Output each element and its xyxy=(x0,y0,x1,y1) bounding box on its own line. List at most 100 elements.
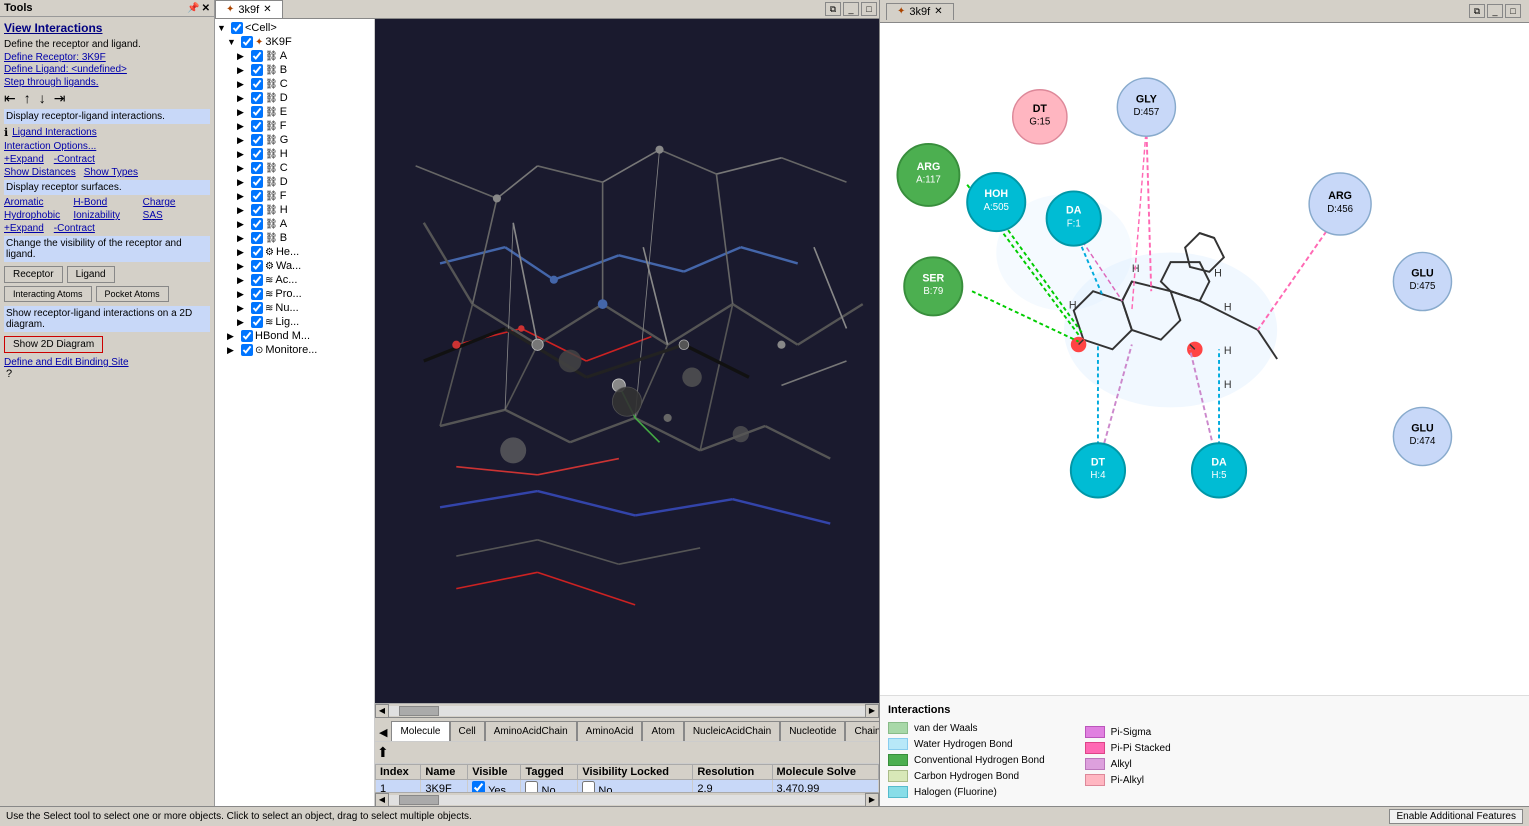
tab-cell[interactable]: Cell xyxy=(450,721,485,741)
tab-aminoacid[interactable]: AminoAcid xyxy=(577,721,643,741)
tree-item-ac[interactable]: ▶ ≋ Ac... xyxy=(237,273,372,287)
aromatic-link[interactable]: Aromatic xyxy=(4,197,71,208)
maximize-button[interactable]: □ xyxy=(861,2,877,16)
tree-arrow-heter[interactable]: ▶ xyxy=(237,247,249,258)
diagram-restore-button[interactable]: ⧉ xyxy=(1469,4,1485,18)
define-ligand-link[interactable]: Define Ligand: <undefined> xyxy=(4,64,210,75)
col-visible[interactable]: Visible xyxy=(468,765,521,780)
tree-checkbox-monitor[interactable] xyxy=(241,344,253,356)
tab-atom[interactable]: Atom xyxy=(642,721,683,741)
restore-button[interactable]: ⧉ xyxy=(825,2,841,16)
tab-chain[interactable]: Chain xyxy=(845,721,879,741)
tree-item-monitor[interactable]: ▶ ⊙ Monitore... xyxy=(227,343,372,357)
define-receptor-link[interactable]: Define Receptor: 3K9F xyxy=(4,52,210,63)
minimize-button[interactable]: _ xyxy=(843,2,859,16)
tree-checkbox-H[interactable] xyxy=(251,148,263,160)
contract-link-1[interactable]: -Contract xyxy=(54,154,95,165)
charge-link[interactable]: Charge xyxy=(143,197,210,208)
diagram-tab-3k9f[interactable]: ✦ 3k9f ✕ xyxy=(886,3,954,20)
diagram-maximize-button[interactable]: □ xyxy=(1505,4,1521,18)
tree-checkbox-D[interactable] xyxy=(251,92,263,104)
table-row[interactable]: 1 3K9F Yes No No 2.9 3,470.99 xyxy=(376,780,879,793)
tree-item-pro[interactable]: ▶ ≋ Pro... xyxy=(237,287,372,301)
tree-checkbox-F2[interactable] xyxy=(251,190,263,202)
col-tagged[interactable]: Tagged xyxy=(521,765,578,780)
tree-arrow-3k9f[interactable]: ▼ xyxy=(227,37,239,47)
tree-checkbox-water[interactable] xyxy=(251,260,263,272)
tree-checkbox-G[interactable] xyxy=(251,134,263,146)
tree-arrow-G[interactable]: ▶ xyxy=(237,135,249,146)
col-resolution[interactable]: Resolution xyxy=(693,765,772,780)
arrow-down-last-icon[interactable]: ⇥ xyxy=(54,90,66,107)
tree-arrow-lig[interactable]: ▶ xyxy=(237,317,249,328)
tree-checkbox-nu[interactable] xyxy=(251,302,263,314)
enable-additional-features-button[interactable]: Enable Additional Features xyxy=(1389,809,1523,824)
tree-item-heter[interactable]: ▶ ⚙ He... xyxy=(237,245,372,259)
table-scrollbar-h[interactable]: ◀ ▶ xyxy=(375,792,879,806)
tree-arrow-ac[interactable]: ▶ xyxy=(237,275,249,286)
tree-checkbox-C[interactable] xyxy=(251,78,263,90)
tree-checkbox-E[interactable] xyxy=(251,106,263,118)
scrollbar-thumb[interactable] xyxy=(399,706,439,716)
tree-checkbox-cell[interactable] xyxy=(231,22,243,34)
define-binding-help-icon[interactable]: ? xyxy=(6,368,12,380)
hbond-link[interactable]: H-Bond xyxy=(73,197,140,208)
col-index[interactable]: Index xyxy=(376,765,421,780)
tab-aminoacidchain[interactable]: AminoAcidChain xyxy=(485,721,577,741)
arrow-up-first-icon[interactable]: ⇤ xyxy=(4,90,16,107)
pocket-atoms-button[interactable]: Pocket Atoms xyxy=(96,286,169,302)
show-2d-diagram-button[interactable]: Show 2D Diagram xyxy=(4,336,103,353)
main-tab-3k9f[interactable]: ✦ 3k9f ✕ xyxy=(215,0,283,18)
arrow-up-icon[interactable]: ↑ xyxy=(24,90,31,107)
tree-item-nu[interactable]: ▶ ≋ Nu... xyxy=(237,301,372,315)
tree-arrow-A[interactable]: ▶ xyxy=(237,51,249,62)
tree-item-B[interactable]: ▶ ⛓ B xyxy=(237,63,372,77)
tabs-left-arrow[interactable]: ◀ xyxy=(375,724,391,741)
tree-checkbox-F[interactable] xyxy=(251,120,263,132)
define-binding-link[interactable]: Define and Edit Binding Site xyxy=(4,357,210,368)
sas-link[interactable]: SAS xyxy=(143,210,210,221)
tree-arrow-E[interactable]: ▶ xyxy=(237,107,249,118)
tree-item-hbond[interactable]: ▶ HBond M... xyxy=(227,329,372,343)
locked-checkbox[interactable] xyxy=(582,781,595,792)
expand-link-2[interactable]: +Expand xyxy=(4,223,44,234)
3d-viewport[interactable] xyxy=(375,19,879,703)
3d-view-scrollbar-h[interactable]: ◀ ▶ xyxy=(375,703,879,717)
tree-arrow-C[interactable]: ▶ xyxy=(237,79,249,90)
tree-item-B2[interactable]: ▶ ⛓ B xyxy=(237,231,372,245)
tree-item-C2[interactable]: ▶ ⛓ C xyxy=(237,161,372,175)
tree-item-E[interactable]: ▶ ⛓ E xyxy=(237,105,372,119)
table-scrollbar-thumb[interactable] xyxy=(399,795,439,805)
tree-checkbox-heter[interactable] xyxy=(251,246,263,258)
show-distances-link[interactable]: Show Distances xyxy=(4,167,76,178)
tree-item-H2[interactable]: ▶ ⛓ H xyxy=(237,203,372,217)
ionizability-link[interactable]: Ionizability xyxy=(73,210,140,221)
tree-checkbox-3k9f[interactable] xyxy=(241,36,253,48)
tree-item-3k9f[interactable]: ▼ ✦ 3K9F xyxy=(227,35,372,49)
tools-pin-icon[interactable]: 📌 xyxy=(187,3,199,14)
tree-item-H[interactable]: ▶ ⛓ H xyxy=(237,147,372,161)
ligand-interactions-link[interactable]: Ligand Interactions xyxy=(12,127,97,138)
diagram-tab-close-icon[interactable]: ✕ xyxy=(934,6,942,17)
tree-checkbox-A[interactable] xyxy=(251,50,263,62)
visible-checkbox[interactable] xyxy=(472,781,485,792)
tree-arrow-water[interactable]: ▶ xyxy=(237,261,249,272)
tab-nucleotide[interactable]: Nucleotide xyxy=(780,721,845,741)
show-types-link[interactable]: Show Types xyxy=(84,167,138,178)
tree-arrow-H2[interactable]: ▶ xyxy=(237,205,249,216)
tree-arrow-A2[interactable]: ▶ xyxy=(237,219,249,230)
tree-arrow-B[interactable]: ▶ xyxy=(237,65,249,76)
contract-link-2[interactable]: -Contract xyxy=(54,223,95,234)
tree-checkbox-A2[interactable] xyxy=(251,218,263,230)
scroll-left-button[interactable]: ◀ xyxy=(375,704,389,718)
tree-checkbox-D2[interactable] xyxy=(251,176,263,188)
table-scroll-right[interactable]: ▶ xyxy=(865,793,879,807)
tab-molecule[interactable]: Molecule xyxy=(391,721,449,741)
interaction-options-link[interactable]: Interaction Options... xyxy=(4,141,210,152)
main-tab-close-icon[interactable]: ✕ xyxy=(263,4,271,15)
tree-checkbox-B[interactable] xyxy=(251,64,263,76)
tree-arrow-B2[interactable]: ▶ xyxy=(237,233,249,244)
tree-item-water[interactable]: ▶ ⚙ Wa... xyxy=(237,259,372,273)
table-scrollbar-track[interactable] xyxy=(389,795,865,805)
tree-item-C[interactable]: ▶ ⛓ C xyxy=(237,77,372,91)
